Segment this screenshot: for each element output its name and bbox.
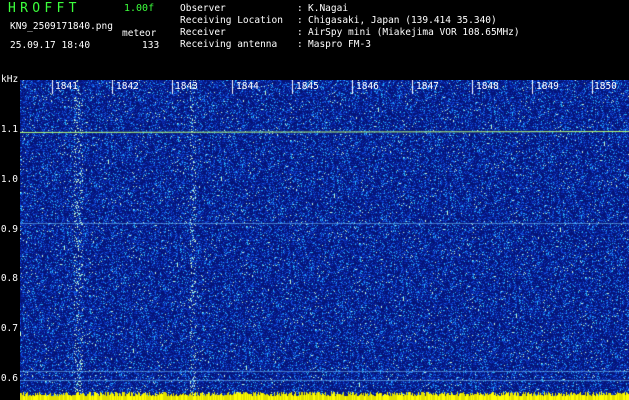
y-tick-label: 0.6 <box>0 373 18 384</box>
x-tick-label: 1849 <box>536 81 559 92</box>
x-tick-label: 1847 <box>416 81 439 92</box>
file-datetime: 25.09.17 18:40 <box>10 40 91 51</box>
observer-colon: : <box>297 3 303 14</box>
observer-label: Observer <box>180 3 226 14</box>
x-tick-label: 1845 <box>296 81 319 92</box>
antenna-colon: : <box>297 39 303 50</box>
location-label: Receiving Location <box>180 15 283 26</box>
y-tick-label: 0.8 <box>0 273 18 284</box>
y-tick-label: 1.1 <box>0 124 18 135</box>
y-tick-label: 0.7 <box>0 323 18 334</box>
app-title: HROFFT <box>8 1 81 16</box>
receiver-value: AirSpy mini (Miakejima VOR 108.65MHz) <box>308 27 520 38</box>
receiver-colon: : <box>297 27 303 38</box>
antenna-value: Maspro FM-3 <box>308 39 371 50</box>
receiver-label: Receiver <box>180 27 226 38</box>
x-tick-label: 1843 <box>175 81 198 92</box>
x-tick-label: 1846 <box>356 81 379 92</box>
spectrogram <box>20 80 629 400</box>
y-tick-label: 0.9 <box>0 224 18 235</box>
x-tick-label: 1844 <box>236 81 259 92</box>
app-version: 1.00f <box>124 3 155 14</box>
x-tick-label: 1848 <box>476 81 499 92</box>
y-axis-unit: kHz <box>1 74 19 85</box>
y-tick-label: 1.0 <box>0 174 18 185</box>
location-value: Chigasaki, Japan (139.414 35.340) <box>308 15 497 26</box>
file-name: KN9_2509171840.png <box>10 21 113 32</box>
meteor-count: 133 <box>142 40 160 51</box>
x-tick-label: 1850 <box>594 81 617 92</box>
x-tick-label: 1842 <box>116 81 139 92</box>
observer-value: K.Nagai <box>308 3 349 14</box>
meteor-label: meteor <box>122 28 157 39</box>
x-tick-label: 1841 <box>55 81 78 92</box>
location-colon: : <box>297 15 303 26</box>
antenna-label: Receiving antenna <box>180 39 278 50</box>
